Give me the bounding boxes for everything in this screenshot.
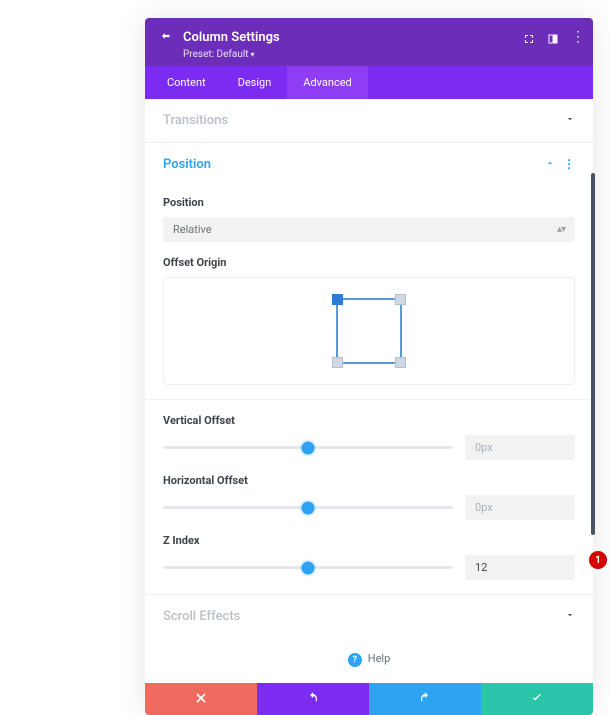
section-scroll-effects: Scroll Effects [145,595,593,638]
column-settings-panel: Column Settings Preset: Default▾ ⋮ Conte… [145,18,593,715]
caret-down-icon: ▾ [251,50,255,59]
tab-design[interactable]: Design [222,66,288,99]
panel-title: Column Settings [183,30,280,45]
origin-handle-bottom-left[interactable] [332,357,343,368]
undo-icon [306,690,320,709]
panel-footer [145,683,593,715]
discard-button[interactable] [145,683,257,715]
snap-icon[interactable] [547,30,559,49]
section-position-label: Position [163,157,211,172]
more-icon[interactable]: ⋮ [571,34,583,46]
panel-body: Transitions Position ⋮ Position Relative… [145,99,593,683]
position-field-label: Position [163,196,575,209]
z-index-value[interactable]: 12 [465,555,575,580]
offset-origin-label: Offset Origin [163,256,575,269]
section-position: Position ⋮ Position Relative ▴▾ Offset O… [145,143,593,595]
close-icon [194,690,208,709]
preset-label: Preset: Default [183,49,249,60]
horizontal-offset-slider[interactable] [163,506,453,509]
horizontal-offset-thumb[interactable] [302,501,315,514]
z-index-slider[interactable] [163,566,453,569]
origin-handle-top-right[interactable] [395,294,406,305]
chevron-down-icon [565,113,575,128]
tab-bar: Content Design Advanced [145,66,593,99]
offset-origin-picker[interactable] [163,277,575,385]
vertical-offset-value[interactable]: 0px [465,435,575,460]
section-transitions-label: Transitions [163,113,228,128]
section-transitions: Transitions [145,99,593,143]
preset-selector[interactable]: Preset: Default▾ [183,49,579,60]
save-button[interactable] [481,683,593,715]
position-select-value: Relative [173,223,212,236]
scrollbar[interactable] [591,173,595,535]
vertical-offset-slider[interactable] [163,446,453,449]
help-link[interactable]: ? Help [145,638,593,683]
back-icon[interactable] [159,28,173,47]
origin-handle-top-left[interactable] [332,294,343,305]
help-label: Help [368,652,391,665]
section-position-toggle[interactable]: Position ⋮ [145,143,593,186]
undo-button[interactable] [257,683,369,715]
section-transitions-toggle[interactable]: Transitions [145,99,593,142]
z-index-thumb[interactable] [302,561,315,574]
vertical-offset-label: Vertical Offset [163,414,575,427]
position-select[interactable]: Relative ▴▾ [163,217,575,242]
vertical-offset-thumb[interactable] [302,441,315,454]
help-icon: ? [348,653,362,667]
horizontal-offset-label: Horizontal Offset [163,474,575,487]
z-index-label: Z Index [163,534,575,547]
section-options-icon[interactable]: ⋮ [563,162,575,167]
check-icon [530,690,544,709]
expand-icon[interactable] [523,30,535,49]
redo-button[interactable] [369,683,481,715]
horizontal-offset-value[interactable]: 0px [465,495,575,520]
section-scroll-effects-label: Scroll Effects [163,609,240,624]
panel-header: Column Settings Preset: Default▾ ⋮ [145,18,593,66]
select-caret-icon: ▴▾ [557,224,565,235]
origin-handle-bottom-right[interactable] [395,357,406,368]
chevron-up-icon [545,157,555,172]
section-scroll-effects-toggle[interactable]: Scroll Effects [145,595,593,638]
tab-content[interactable]: Content [151,66,222,99]
origin-rect [336,298,402,364]
chevron-down-icon [565,609,575,624]
tab-advanced[interactable]: Advanced [287,66,367,99]
redo-icon [418,690,432,709]
